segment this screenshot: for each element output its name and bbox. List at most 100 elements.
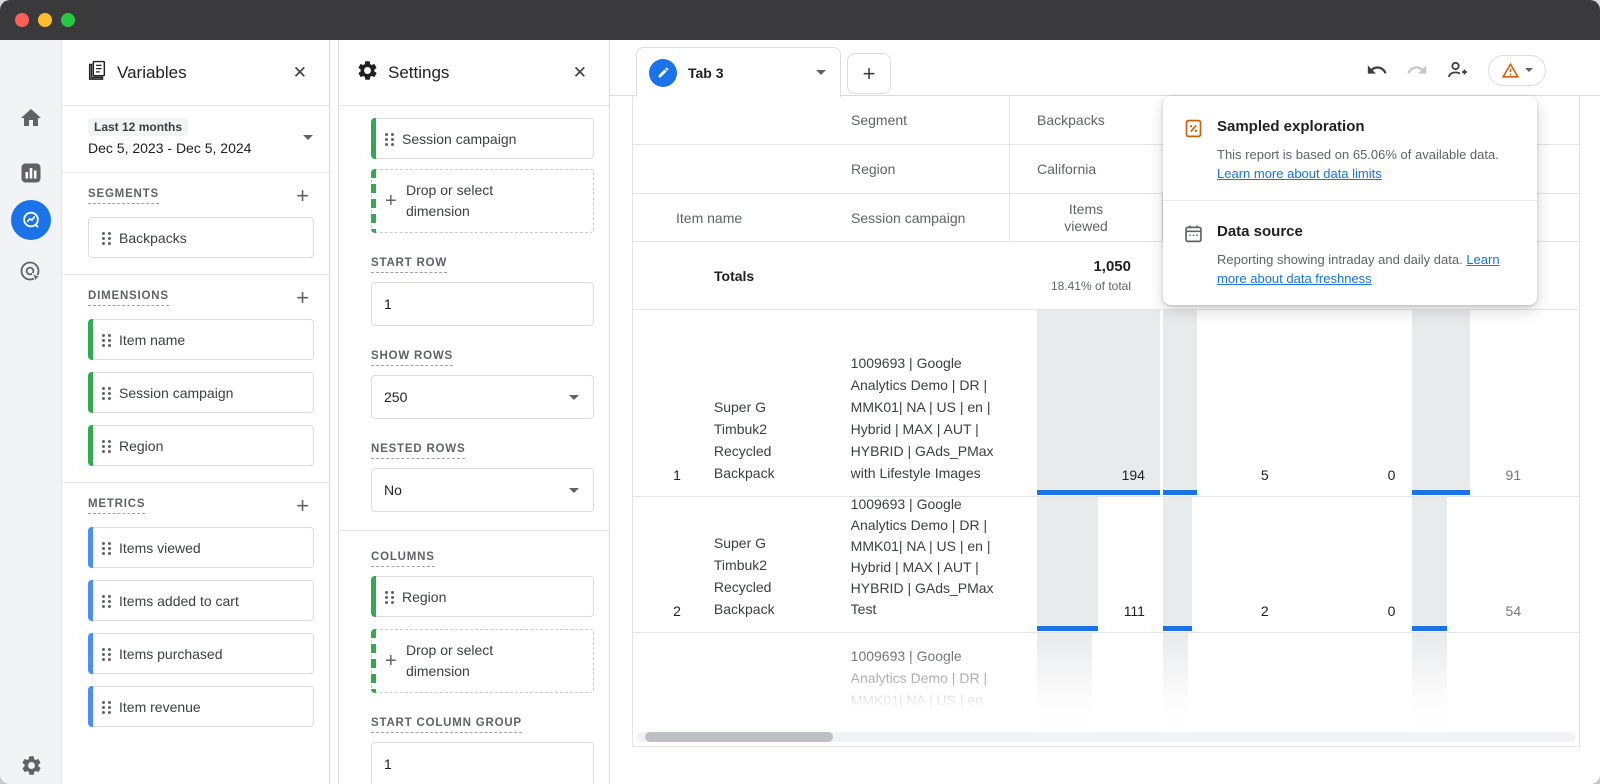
metric-chip[interactable]: Items purchased: [88, 633, 314, 674]
sampling-popup: Sampled exploration This report is based…: [1163, 96, 1537, 305]
main-area: Tab 3 + Segment Backpacks: [610, 40, 1600, 784]
columns-dimension-chip[interactable]: Region: [371, 576, 594, 617]
zoom-window-button[interactable]: [61, 13, 75, 27]
close-variables-icon[interactable]: ✕: [287, 59, 313, 87]
nav-rail: [0, 40, 62, 784]
close-window-button[interactable]: [15, 13, 29, 27]
session-campaign-cell: 1009693 | Google Analytics Demo | DR | M…: [823, 310, 1009, 496]
dimension-color-bar: [88, 372, 93, 413]
rows-dimension-chip[interactable]: Session campaign: [371, 118, 594, 159]
chevron-down-icon: [303, 135, 313, 140]
chevron-down-icon: [569, 488, 579, 493]
cell-bar: [1163, 497, 1192, 626]
toolbar: [1366, 53, 1546, 87]
metrics-section: METRICS + Items viewed Items added to ca…: [62, 483, 329, 743]
segment-chip[interactable]: Backpacks: [88, 217, 314, 258]
redo-icon[interactable]: [1406, 59, 1428, 81]
data-limits-link[interactable]: Learn more about data limits: [1217, 166, 1382, 181]
cell-bar: [1163, 310, 1197, 490]
dimension-color-bar: [371, 576, 376, 617]
start-column-group-label: START COLUMN GROUP: [371, 717, 522, 733]
start-row-input[interactable]: [371, 282, 594, 326]
segments-label: SEGMENTS: [88, 188, 159, 204]
segments-section: SEGMENTS + Backpacks: [62, 173, 329, 275]
variables-icon: [86, 59, 108, 86]
calendar-icon: [1183, 223, 1204, 288]
close-settings-icon[interactable]: ✕: [567, 59, 593, 87]
drag-handle-icon: [101, 594, 112, 612]
divider: [339, 530, 609, 531]
items-viewed-cell: 194: [1008, 310, 1161, 496]
nested-rows-value: No: [384, 482, 402, 498]
metric-chip[interactable]: Item revenue: [88, 686, 314, 727]
gear-icon: [356, 59, 379, 87]
undo-icon[interactable]: [1366, 59, 1388, 81]
cell-bar: [1412, 633, 1447, 747]
items-viewed-column-header[interactable]: Items viewed: [1009, 194, 1162, 241]
cell-bar: [1037, 497, 1098, 626]
new-tab-button[interactable]: +: [847, 53, 891, 94]
horizontal-scrollbar[interactable]: [636, 732, 1576, 742]
date-range-section[interactable]: Last 12 months Dec 5, 2023 - Dec 5, 2024: [62, 106, 329, 173]
metric-cell: 54: [1404, 497, 1537, 632]
dimension-chip[interactable]: Item name: [88, 319, 314, 360]
metric-chip-label: Items added to cart: [119, 591, 239, 611]
tab-active[interactable]: Tab 3: [636, 47, 841, 97]
segment-chip-label: Backpacks: [119, 230, 187, 246]
nav-home[interactable]: [0, 106, 62, 135]
cell-bar: [1163, 633, 1188, 747]
item-name-column-header[interactable]: Item name: [633, 194, 823, 241]
scrollbar-thumb[interactable]: [645, 732, 833, 742]
table-row: 1009693 | Google Analytics Demo | DR | M…: [633, 633, 1579, 747]
metrics-label: METRICS: [88, 498, 145, 514]
dimensions-label: DIMENSIONS: [88, 290, 169, 306]
show-rows-dropdown[interactable]: 250: [371, 375, 594, 419]
item-name-cell: Super G Timbuk2 Recycled Backpack: [691, 310, 823, 496]
pencil-icon: [649, 59, 677, 87]
columns-drop-zone[interactable]: + Drop or select dimension: [371, 629, 594, 693]
variables-panel-header: Variables ✕: [62, 40, 329, 106]
nav-advertising[interactable]: [0, 259, 62, 290]
items-purchased-cell: [1283, 633, 1405, 747]
items-purchased-cell: 0: [1283, 310, 1405, 496]
metric-chip-label: Item revenue: [119, 699, 201, 715]
start-column-group-input[interactable]: [371, 742, 594, 784]
metric-chip[interactable]: Items added to cart: [88, 580, 314, 621]
data-source-body: Reporting showing intraday and daily dat…: [1217, 252, 1466, 267]
dimension-chip[interactable]: Session campaign: [88, 372, 314, 413]
advertising-icon: [18, 259, 44, 290]
rows-drop-zone-label: Drop or select dimension: [406, 180, 536, 222]
dimension-chip[interactable]: Region: [88, 425, 314, 466]
dimension-chip-label: Region: [119, 438, 163, 454]
minimize-window-button[interactable]: [38, 13, 52, 27]
show-rows-label: SHOW ROWS: [371, 350, 453, 366]
region-header-label: Region: [633, 145, 1009, 193]
items-added-cell: [1161, 633, 1283, 747]
sampling-warning-button[interactable]: [1488, 55, 1546, 86]
dimension-chip-label: Item name: [119, 332, 185, 348]
nav-reports[interactable]: [0, 162, 62, 189]
totals-share: 18.41% of total: [1051, 279, 1131, 293]
metric-chip[interactable]: Items viewed: [88, 527, 314, 568]
nested-rows-dropdown[interactable]: No: [371, 468, 594, 512]
item-name-cell: Super G Timbuk2 Recycled Backpack: [691, 497, 823, 632]
cell-bar: [1037, 310, 1160, 490]
variables-panel-title: Variables: [117, 63, 287, 83]
items-viewed-cell: [1008, 633, 1161, 747]
bar-chart-icon: [20, 162, 42, 189]
share-icon[interactable]: [1446, 58, 1470, 82]
plus-icon: +: [385, 190, 397, 213]
add-dimension-button[interactable]: +: [292, 289, 313, 307]
drag-handle-icon: [101, 231, 112, 249]
session-campaign-cell: 1009693 | Google Analytics Demo | DR | M…: [823, 497, 1009, 632]
items-viewed-cell: 111: [1008, 497, 1161, 632]
add-segment-button[interactable]: +: [292, 187, 313, 205]
metric-cell-clipped: [1537, 310, 1579, 496]
chevron-down-icon: [1525, 68, 1533, 72]
nav-explore[interactable]: [0, 200, 62, 240]
add-metric-button[interactable]: +: [292, 497, 313, 515]
rows-drop-zone[interactable]: + Drop or select dimension: [371, 169, 594, 233]
nav-admin-settings[interactable]: [0, 754, 62, 782]
session-campaign-column-header[interactable]: Session campaign: [823, 194, 1009, 241]
chevron-down-icon: [816, 70, 826, 75]
